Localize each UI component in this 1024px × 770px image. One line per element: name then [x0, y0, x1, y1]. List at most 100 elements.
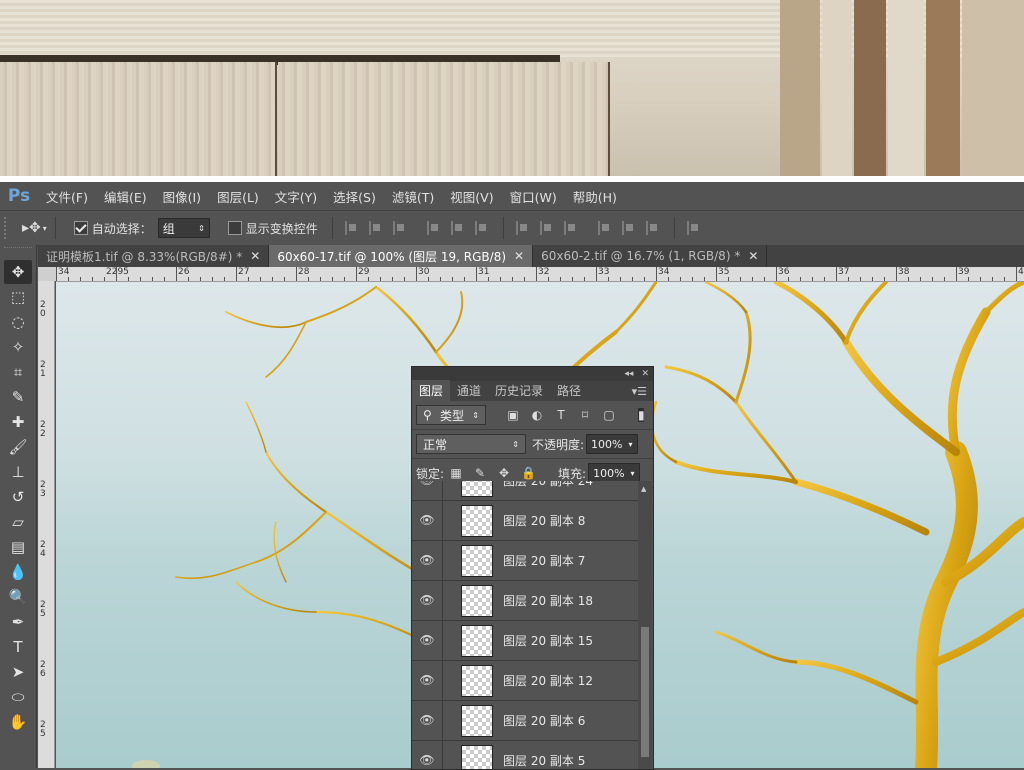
- lasso-tool-icon[interactable]: ◌: [4, 310, 32, 334]
- panel-menu-icon[interactable]: ▾☰: [632, 385, 647, 398]
- marquee-tool-icon[interactable]: ⬚: [4, 285, 32, 309]
- layer-row[interactable]: 👁 图层 20 副本 6: [412, 701, 638, 741]
- filter-type-icon[interactable]: T: [554, 408, 568, 422]
- menu-item[interactable]: 文字(Y): [267, 187, 325, 206]
- type-tool-icon[interactable]: T: [4, 635, 32, 659]
- visibility-eye-icon[interactable]: 👁: [412, 541, 443, 580]
- align-left-icon[interactable]: [426, 221, 443, 235]
- menu-item[interactable]: 编辑(E): [96, 187, 155, 206]
- menu-item[interactable]: 视图(V): [442, 187, 501, 206]
- visibility-eye-icon[interactable]: 👁: [412, 501, 443, 540]
- gradient-tool-icon[interactable]: ▤: [4, 535, 32, 559]
- vertical-ruler[interactable]: 2021222324252625: [38, 281, 55, 768]
- tab-layers[interactable]: 图层: [412, 380, 451, 401]
- tab-document-2[interactable]: 60x60-17.tif @ 100% (图层 19, RGB/8) ✕: [269, 245, 534, 267]
- healing-brush-tool-icon[interactable]: ✚: [4, 410, 32, 434]
- tools-grip[interactable]: [4, 247, 32, 258]
- layer-name[interactable]: 图层 20 副本 12: [503, 672, 593, 689]
- horizontal-ruler[interactable]: 34 2295 26 27 28 29 30 31 32 33 34 35 36 37 38 39 40: [56, 267, 1024, 282]
- layer-name[interactable]: 图层 20 副本 8: [503, 512, 585, 529]
- visibility-eye-icon[interactable]: 👁: [412, 661, 443, 700]
- menu-item[interactable]: 窗口(W): [502, 187, 565, 206]
- layer-row[interactable]: 👁 图层 20 副本 8: [412, 501, 638, 541]
- dodge-tool-icon[interactable]: 🔍: [4, 585, 32, 609]
- crop-tool-icon[interactable]: ⌗: [4, 360, 32, 384]
- auto-select-target-dropdown[interactable]: 组 ⇕: [157, 218, 210, 238]
- brush-tool-icon[interactable]: 🖌: [4, 435, 32, 459]
- clone-stamp-tool-icon[interactable]: ⊥: [4, 460, 32, 484]
- ellipse-tool-icon[interactable]: ⬭: [4, 685, 32, 709]
- tab-document-3[interactable]: 60x60-2.tif @ 16.7% (1, RGB/8) * ✕: [533, 245, 768, 267]
- menu-item[interactable]: 图层(L): [209, 187, 267, 206]
- close-icon[interactable]: ✕: [250, 249, 260, 263]
- tab-paths[interactable]: 路径: [550, 380, 588, 401]
- tab-document-1[interactable]: 证明模板1.tif @ 8.33%(RGB/8#) * ✕: [38, 245, 270, 267]
- menu-item[interactable]: 滤镜(T): [384, 187, 442, 206]
- layer-row[interactable]: 👁 图层 20 副本 15: [412, 621, 638, 661]
- align-top-icon[interactable]: [344, 221, 361, 235]
- eraser-tool-icon[interactable]: ▱: [4, 510, 32, 534]
- close-icon[interactable]: ✕: [748, 249, 758, 263]
- scroll-up-icon[interactable]: ▲: [641, 485, 646, 493]
- eyedropper-tool-icon[interactable]: ✎: [4, 385, 32, 409]
- visibility-eye-icon[interactable]: 👁: [412, 621, 443, 660]
- path-selection-tool-icon[interactable]: ➤: [4, 660, 32, 684]
- options-grip[interactable]: [4, 217, 14, 239]
- distribute-bottom-icon[interactable]: [563, 221, 580, 235]
- align-hcenter-icon[interactable]: [450, 221, 467, 235]
- fill-field[interactable]: 100% ▾: [588, 463, 640, 483]
- distribute-left-icon[interactable]: [597, 221, 614, 235]
- filter-smart-object-icon[interactable]: ▢: [602, 408, 616, 422]
- filter-toggle-icon[interactable]: ▮: [638, 408, 645, 422]
- align-right-icon[interactable]: [474, 221, 491, 235]
- layer-name[interactable]: 图层 20 副本 18: [503, 592, 593, 609]
- distribute-vcenter-icon[interactable]: [539, 221, 556, 235]
- tool-preset-picker[interactable]: ▸✥ ▾: [22, 220, 47, 236]
- visibility-eye-icon[interactable]: 👁: [412, 741, 443, 769]
- auto-align-icon[interactable]: [686, 221, 703, 235]
- lock-position-icon[interactable]: ✥: [497, 466, 511, 480]
- magic-wand-tool-icon[interactable]: ✧: [4, 335, 32, 359]
- layer-row[interactable]: 👁 图层 20 副本 24: [412, 481, 638, 501]
- layer-name[interactable]: 图层 20 副本 6: [503, 712, 585, 729]
- lock-pixels-icon[interactable]: ✎: [473, 466, 487, 480]
- layer-name[interactable]: 图层 20 副本 7: [503, 552, 585, 569]
- opacity-field[interactable]: 100% ▾: [586, 434, 638, 454]
- layer-row[interactable]: 👁 图层 20 副本 5: [412, 741, 638, 769]
- visibility-eye-icon[interactable]: 👁: [412, 481, 443, 500]
- close-icon[interactable]: ✕: [641, 369, 649, 379]
- ruler-origin[interactable]: [38, 267, 56, 281]
- visibility-eye-icon[interactable]: 👁: [412, 701, 443, 740]
- lock-transparent-icon[interactable]: ▦: [449, 466, 463, 480]
- move-tool-icon[interactable]: ✥: [4, 260, 32, 284]
- distribute-top-icon[interactable]: [515, 221, 532, 235]
- layer-name[interactable]: 图层 20 副本 15: [503, 632, 593, 649]
- menu-item[interactable]: 文件(F): [38, 187, 96, 206]
- menu-item[interactable]: 选择(S): [325, 187, 384, 206]
- layers-scrollbar[interactable]: ▲: [638, 481, 652, 769]
- filter-pixel-icon[interactable]: ▣: [506, 408, 520, 422]
- filter-kind-dropdown[interactable]: ⚲ 类型 ⇕: [416, 405, 486, 425]
- history-brush-tool-icon[interactable]: ↺: [4, 485, 32, 509]
- distribute-hcenter-icon[interactable]: [621, 221, 638, 235]
- collapse-icon[interactable]: ◂◂: [624, 369, 633, 379]
- scrollbar-thumb[interactable]: [641, 627, 649, 757]
- blend-mode-dropdown[interactable]: 正常 ⇕: [416, 434, 526, 454]
- lock-all-icon[interactable]: 🔒: [521, 466, 536, 480]
- pen-tool-icon[interactable]: ✒: [4, 610, 32, 634]
- layer-name[interactable]: 图层 20 副本 24: [503, 481, 593, 489]
- filter-adjustment-icon[interactable]: ◐: [530, 408, 544, 422]
- show-transform-checkbox[interactable]: [227, 221, 242, 235]
- align-vcenter-icon[interactable]: [368, 221, 385, 235]
- layer-row[interactable]: 👁 图层 20 副本 18: [412, 581, 638, 621]
- tab-history[interactable]: 历史记录: [488, 380, 550, 401]
- layer-row[interactable]: 👁 图层 20 副本 7: [412, 541, 638, 581]
- tab-channels[interactable]: 通道: [450, 380, 488, 401]
- align-bottom-icon[interactable]: [392, 221, 409, 235]
- blur-tool-icon[interactable]: 💧: [4, 560, 32, 584]
- distribute-right-icon[interactable]: [645, 221, 662, 235]
- filter-shape-icon[interactable]: ⌑: [578, 408, 592, 422]
- hand-tool-icon[interactable]: ✋: [4, 710, 32, 734]
- layer-row[interactable]: 👁 图层 20 副本 12: [412, 661, 638, 701]
- auto-select-checkbox[interactable]: [73, 221, 88, 235]
